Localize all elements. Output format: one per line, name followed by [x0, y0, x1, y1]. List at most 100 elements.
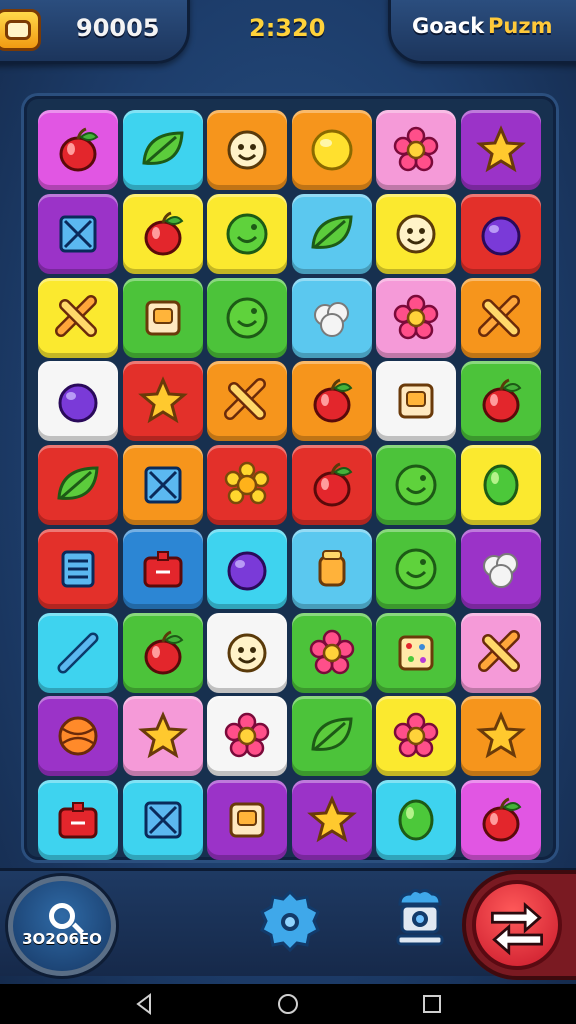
board-tile[interactable] — [38, 612, 118, 693]
board-tile[interactable] — [376, 277, 456, 358]
lime-icon — [398, 799, 434, 841]
timer-value: 2:320 — [249, 14, 326, 42]
star-icon — [475, 125, 526, 173]
board-tile[interactable] — [291, 193, 372, 274]
board-tile[interactable] — [460, 445, 541, 525]
settings-gear-icon[interactable] — [258, 888, 322, 952]
board-tile[interactable] — [38, 696, 118, 777]
swap-button[interactable] — [462, 870, 576, 980]
board-tile[interactable] — [291, 696, 372, 777]
board-tile[interactable] — [207, 445, 287, 525]
coin-icon[interactable] — [0, 9, 41, 51]
board-tile[interactable] — [207, 277, 287, 358]
cotton-icon — [313, 301, 349, 337]
flower-icon — [393, 713, 439, 758]
board-tile[interactable] — [122, 445, 203, 525]
board-tile[interactable] — [38, 361, 118, 442]
smiley-face-icon — [396, 214, 436, 254]
lime-icon — [483, 464, 518, 506]
board-tile[interactable] — [38, 193, 118, 274]
gift-icon — [143, 550, 182, 588]
board-tile[interactable] — [38, 445, 118, 525]
box-icon — [398, 383, 434, 419]
board-tile[interactable] — [38, 277, 118, 358]
green-smiley-icon — [395, 548, 437, 590]
cotton-icon — [482, 552, 518, 588]
board-tile[interactable] — [207, 361, 287, 442]
board-tile[interactable] — [460, 696, 541, 777]
board-tile[interactable] — [207, 110, 287, 190]
board-tile[interactable] — [38, 110, 118, 190]
ball-icon — [58, 716, 98, 756]
board-tile[interactable] — [122, 528, 203, 609]
magnifier-icon — [49, 903, 75, 929]
board-tile[interactable] — [460, 193, 541, 274]
board-tile[interactable] — [122, 780, 203, 860]
board-tile[interactable] — [291, 445, 372, 525]
board-tile[interactable] — [122, 612, 203, 693]
star-icon — [475, 711, 526, 759]
board-tile[interactable] — [38, 528, 118, 609]
apple-icon — [313, 462, 352, 507]
board-tile[interactable] — [291, 277, 372, 358]
recent-apps-icon[interactable] — [420, 992, 444, 1016]
green-smiley-icon — [395, 464, 437, 506]
board-tile[interactable] — [291, 361, 372, 442]
green-smiley-icon — [226, 297, 268, 338]
board-tile[interactable] — [207, 696, 287, 777]
apple-icon — [482, 797, 521, 842]
smiley-face-icon — [227, 633, 267, 672]
home-icon[interactable] — [276, 992, 300, 1016]
leaf-icon — [141, 131, 184, 165]
plum-icon — [227, 551, 267, 591]
board-tile[interactable] — [122, 110, 203, 190]
board-tile[interactable] — [122, 361, 203, 442]
board-tile[interactable] — [207, 528, 287, 609]
apple-icon — [482, 378, 521, 423]
apple-icon — [59, 127, 99, 172]
board-tile[interactable] — [291, 612, 372, 693]
back-icon[interactable] — [132, 992, 156, 1016]
flower-icon — [393, 294, 439, 339]
apple-icon — [144, 211, 183, 256]
board-tile[interactable] — [376, 193, 456, 274]
board-tile[interactable] — [38, 780, 118, 860]
board-tile[interactable] — [207, 612, 287, 693]
board-tile[interactable] — [376, 696, 456, 777]
smiley-face-icon — [227, 130, 267, 170]
crossed-box-icon — [144, 801, 181, 839]
sun-flower-icon — [224, 461, 270, 505]
crossed-box-icon — [144, 466, 181, 504]
board-tile[interactable] — [291, 780, 372, 860]
board-tile[interactable] — [207, 780, 287, 860]
score-value: 90005 — [76, 14, 160, 42]
yellow-orb-icon — [311, 129, 352, 171]
board-tile[interactable] — [460, 361, 541, 442]
board-tile[interactable] — [122, 277, 203, 358]
board-tile[interactable] — [291, 528, 372, 609]
hint-button[interactable] — [8, 876, 116, 976]
box-icon — [145, 300, 180, 335]
board-tile[interactable] — [376, 445, 456, 525]
leaf-icon — [310, 215, 353, 249]
stick-icon — [57, 632, 99, 673]
board-tile[interactable] — [376, 528, 456, 609]
game-board — [24, 96, 556, 860]
board-tile[interactable] — [207, 193, 287, 274]
board-tile[interactable] — [460, 110, 541, 190]
board-tile[interactable] — [376, 110, 456, 190]
board-tile[interactable] — [376, 361, 456, 442]
star-icon — [306, 795, 357, 843]
board-tile[interactable] — [122, 696, 203, 777]
board-tile[interactable] — [376, 780, 456, 860]
board-tile[interactable] — [460, 780, 541, 860]
board-tile[interactable] — [460, 528, 541, 609]
board-tile[interactable] — [460, 612, 541, 693]
board-tile[interactable] — [122, 193, 203, 274]
apple-icon — [313, 378, 352, 423]
board-tile[interactable] — [460, 277, 541, 358]
board-tile[interactable] — [291, 110, 372, 190]
flower-icon — [224, 713, 270, 758]
board-tile[interactable] — [376, 612, 456, 693]
camera-icon[interactable] — [392, 888, 448, 952]
